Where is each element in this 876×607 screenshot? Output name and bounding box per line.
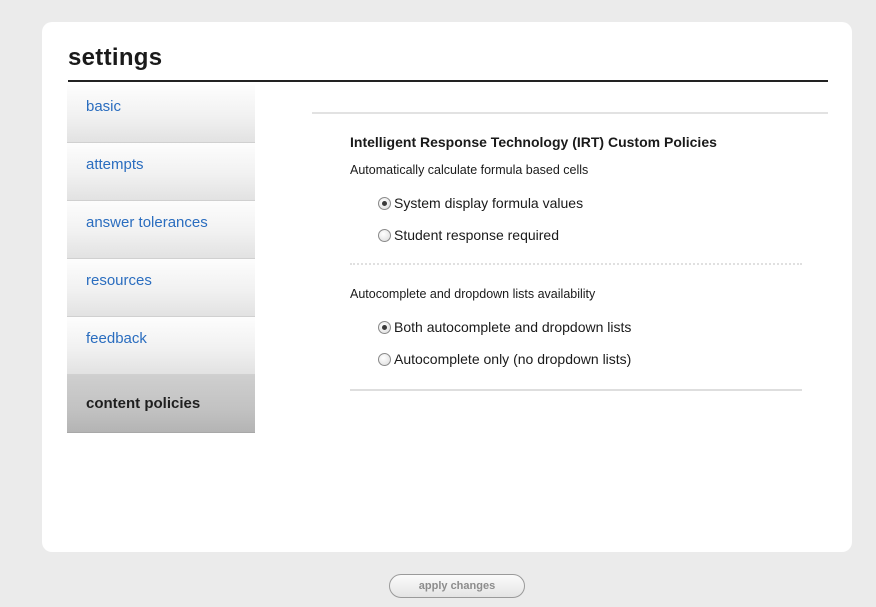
page-title: settings xyxy=(68,44,163,71)
autocomplete-only-option[interactable]: Autocomplete only (no dropdown lists) xyxy=(378,343,802,375)
title-divider xyxy=(68,80,828,82)
dotted-divider xyxy=(350,263,802,265)
student-response-required-option[interactable]: Student response required xyxy=(378,219,802,251)
sidebar-item-label: attempts xyxy=(86,156,144,173)
option-label: Both autocomplete and dropdown lists xyxy=(394,319,632,335)
radio-button-checked[interactable] xyxy=(378,320,391,334)
option-label: Autocomplete only (no dropdown lists) xyxy=(394,351,632,367)
sidebar-item-basic[interactable]: basic xyxy=(67,85,255,143)
sidebar-item-label: content policies xyxy=(86,395,201,412)
section-title: Intelligent Response Technology (IRT) Cu… xyxy=(350,134,717,150)
formula-cells-options: System display formula values Student re… xyxy=(350,187,802,251)
sidebar-item-content-policies[interactable]: content policies xyxy=(67,375,255,433)
system-display-formula-option[interactable]: System display formula values xyxy=(378,187,802,219)
radio-button[interactable] xyxy=(378,228,391,242)
both-autocomplete-dropdown-option[interactable]: Both autocomplete and dropdown lists xyxy=(378,311,802,343)
content-policies-pane: Intelligent Response Technology (IRT) Cu… xyxy=(312,112,828,391)
option-label: Student response required xyxy=(394,227,559,243)
settings-sidebar: basic attempts answer tolerances resourc… xyxy=(67,85,255,433)
formula-cells-question: Automatically calculate formula based ce… xyxy=(350,163,589,177)
radio-button-checked[interactable] xyxy=(378,196,391,210)
settings-panel: settings basic attempts answer tolerance… xyxy=(42,22,852,552)
sidebar-item-label: feedback xyxy=(86,330,147,347)
sidebar-item-label: basic xyxy=(86,98,122,115)
content-bottom-divider xyxy=(350,389,802,391)
apply-changes-button[interactable]: apply changes xyxy=(389,574,525,598)
content-top-divider xyxy=(312,112,828,114)
sidebar-item-label: answer tolerances xyxy=(86,214,208,231)
sidebar-item-feedback[interactable]: feedback xyxy=(67,317,255,375)
sidebar-item-label: resources xyxy=(86,272,152,289)
autocomplete-question: Autocomplete and dropdown lists availabi… xyxy=(350,287,596,301)
autocomplete-options: Both autocomplete and dropdown lists Aut… xyxy=(350,311,802,375)
sidebar-item-resources[interactable]: resources xyxy=(67,259,255,317)
sidebar-item-attempts[interactable]: attempts xyxy=(67,143,255,201)
radio-button[interactable] xyxy=(378,352,391,366)
sidebar-item-answer-tolerances[interactable]: answer tolerances xyxy=(67,201,255,259)
option-label: System display formula values xyxy=(394,195,584,211)
